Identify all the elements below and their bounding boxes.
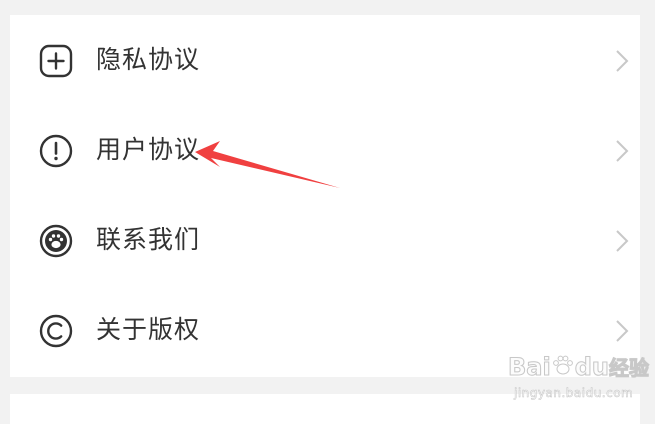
plus-square-icon (39, 44, 73, 78)
menu-item-copyright[interactable]: 关于版权 (10, 285, 640, 375)
chevron-right-icon (614, 138, 630, 164)
menu-item-label: 联系我们 (96, 225, 201, 254)
exclamation-circle-icon (39, 134, 73, 168)
menu-item-label: 关于版权 (96, 315, 201, 344)
chevron-right-icon (614, 318, 630, 344)
menu-item-user-agreement[interactable]: 用户协议 (10, 105, 640, 195)
paw-circle-icon (39, 224, 73, 258)
next-section-card (10, 394, 640, 424)
chevron-right-icon (614, 228, 630, 254)
menu-item-label: 用户协议 (96, 135, 201, 164)
copyright-icon (39, 314, 73, 348)
settings-menu-card: 隐私协议 用户协议 联系我们 关于版权 (10, 15, 640, 377)
menu-item-privacy-policy[interactable]: 隐私协议 (10, 15, 640, 105)
menu-item-label: 隐私协议 (96, 45, 201, 74)
chevron-right-icon (614, 48, 630, 74)
menu-item-contact-us[interactable]: 联系我们 (10, 195, 640, 285)
